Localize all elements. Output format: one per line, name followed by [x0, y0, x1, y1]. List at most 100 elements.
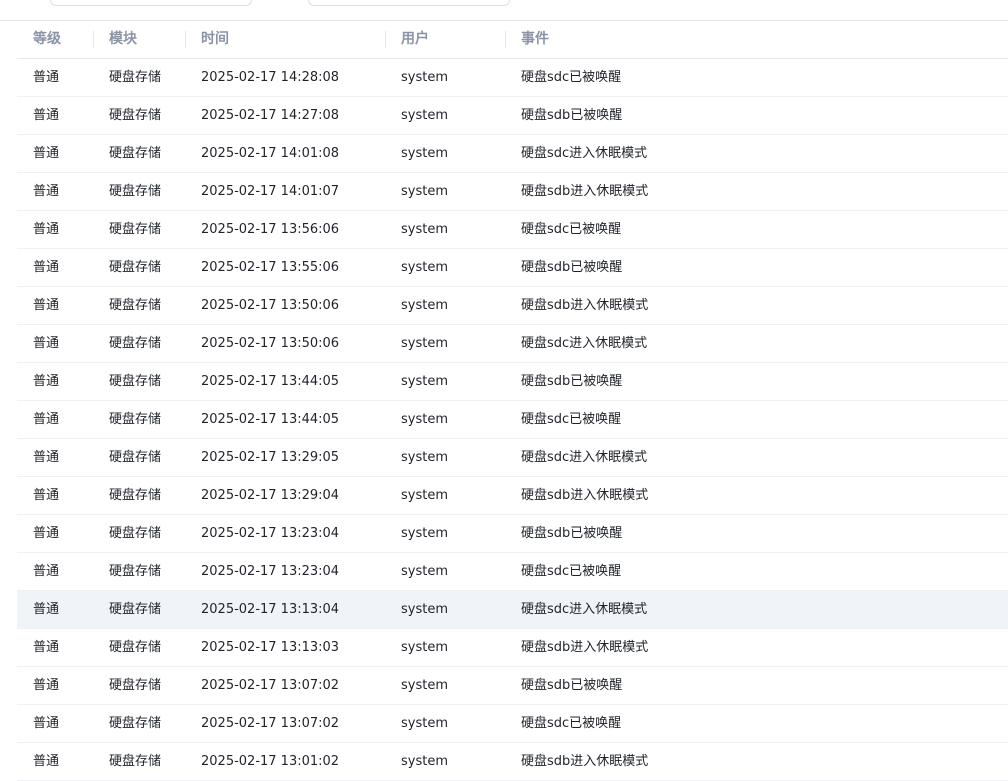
table-row[interactable]: 普通 硬盘存储 2025-02-17 13:01:02 system 硬盘sdb… — [17, 743, 1008, 781]
cell-time: 2025-02-17 13:29:04 — [201, 488, 340, 503]
cell-event: 硬盘sdb进入休眠模式 — [521, 754, 649, 769]
header-user[interactable]: 用户 — [385, 21, 429, 58]
cell-event: 硬盘sdb已被唤醒 — [521, 374, 623, 389]
cell-user: system — [401, 70, 448, 85]
cell-level: 普通 — [33, 374, 60, 389]
cell-time: 2025-02-17 13:29:05 — [201, 450, 340, 465]
cell-user: system — [401, 678, 448, 693]
header-user-label: 用户 — [401, 31, 429, 47]
table-row[interactable]: 普通 硬盘存储 2025-02-17 13:13:03 system 硬盘sdb… — [17, 629, 1008, 667]
cell-time: 2025-02-17 13:07:02 — [201, 716, 340, 731]
table-row[interactable]: 普通 硬盘存储 2025-02-17 13:13:04 system 硬盘sdc… — [17, 591, 1008, 629]
cell-time: 2025-02-17 13:07:02 — [201, 678, 340, 693]
cell-level: 普通 — [33, 640, 60, 655]
table-row[interactable]: 普通 硬盘存储 2025-02-17 14:27:08 system 硬盘sdb… — [17, 97, 1008, 135]
cell-time: 2025-02-17 13:13:03 — [201, 640, 340, 655]
cell-time: 2025-02-17 13:23:04 — [201, 564, 340, 579]
column-separator[interactable] — [505, 31, 506, 48]
header-level[interactable]: 等级 — [33, 21, 61, 58]
cell-event: 硬盘sdc进入休眠模式 — [521, 602, 648, 617]
table-row[interactable]: 普通 硬盘存储 2025-02-17 14:01:07 system 硬盘sdb… — [17, 173, 1008, 211]
table-row[interactable]: 普通 硬盘存储 2025-02-17 13:56:06 system 硬盘sdc… — [17, 211, 1008, 249]
table-row[interactable]: 普通 硬盘存储 2025-02-17 13:29:05 system 硬盘sdc… — [17, 439, 1008, 477]
cell-event: 硬盘sdb进入休眠模式 — [521, 488, 649, 503]
cell-event: 硬盘sdb已被唤醒 — [521, 108, 623, 123]
cell-time: 2025-02-17 14:01:08 — [201, 146, 340, 161]
table-row[interactable]: 普通 硬盘存储 2025-02-17 13:07:02 system 硬盘sdc… — [17, 705, 1008, 743]
filter-select-2[interactable] — [308, 0, 510, 6]
header-event[interactable]: 事件 — [505, 21, 549, 58]
cell-time: 2025-02-17 13:44:05 — [201, 374, 340, 389]
cell-module: 硬盘存储 — [109, 260, 162, 275]
cell-module: 硬盘存储 — [109, 298, 162, 313]
cell-level: 普通 — [33, 716, 60, 731]
cell-event: 硬盘sdc进入休眠模式 — [521, 146, 648, 161]
table-row[interactable]: 普通 硬盘存储 2025-02-17 13:23:04 system 硬盘sdb… — [17, 515, 1008, 553]
cell-event: 硬盘sdc已被唤醒 — [521, 716, 622, 731]
table-row[interactable]: 普通 硬盘存储 2025-02-17 13:50:06 system 硬盘sdb… — [17, 287, 1008, 325]
cell-module: 硬盘存储 — [109, 184, 162, 199]
cell-event: 硬盘sdc已被唤醒 — [521, 222, 622, 237]
column-separator[interactable] — [93, 31, 94, 48]
cell-level: 普通 — [33, 526, 60, 541]
table-row[interactable]: 普通 硬盘存储 2025-02-17 13:44:05 system 硬盘sdc… — [17, 401, 1008, 439]
table-row[interactable]: 普通 硬盘存储 2025-02-17 13:44:05 system 硬盘sdb… — [17, 363, 1008, 401]
cell-user: system — [401, 222, 448, 237]
column-separator[interactable] — [385, 31, 386, 48]
table-row[interactable]: 普通 硬盘存储 2025-02-17 13:50:06 system 硬盘sdc… — [17, 325, 1008, 363]
cell-level: 普通 — [33, 450, 60, 465]
cell-level: 普通 — [33, 184, 60, 199]
column-separator[interactable] — [185, 31, 186, 48]
cell-user: system — [401, 298, 448, 313]
filter-select-1[interactable] — [50, 0, 252, 6]
cell-module: 硬盘存储 — [109, 450, 162, 465]
cell-event: 硬盘sdb已被唤醒 — [521, 526, 623, 541]
cell-time: 2025-02-17 14:01:07 — [201, 184, 340, 199]
cell-user: system — [401, 108, 448, 123]
cell-event: 硬盘sdc进入休眠模式 — [521, 336, 648, 351]
cell-module: 硬盘存储 — [109, 412, 162, 427]
cell-user: system — [401, 716, 448, 731]
cell-time: 2025-02-17 14:28:08 — [201, 70, 340, 85]
cell-user: system — [401, 374, 448, 389]
cell-module: 硬盘存储 — [109, 70, 162, 85]
cell-level: 普通 — [33, 754, 60, 769]
table-row[interactable]: 普通 硬盘存储 2025-02-17 13:23:04 system 硬盘sdc… — [17, 553, 1008, 591]
cell-event: 硬盘sdc已被唤醒 — [521, 412, 622, 427]
cell-time: 2025-02-17 13:50:06 — [201, 336, 340, 351]
cell-time: 2025-02-17 13:01:02 — [201, 754, 340, 769]
header-module-label: 模块 — [109, 31, 137, 47]
cell-module: 硬盘存储 — [109, 108, 162, 123]
cell-module: 硬盘存储 — [109, 754, 162, 769]
cell-user: system — [401, 488, 448, 503]
cell-module: 硬盘存储 — [109, 336, 162, 351]
header-time-label: 时间 — [201, 31, 229, 47]
cell-level: 普通 — [33, 146, 60, 161]
table-row[interactable]: 普通 硬盘存储 2025-02-17 13:55:06 system 硬盘sdb… — [17, 249, 1008, 287]
cell-event: 硬盘sdb进入休眠模式 — [521, 298, 649, 313]
table-row[interactable]: 普通 硬盘存储 2025-02-17 13:07:02 system 硬盘sdb… — [17, 667, 1008, 705]
table-row[interactable]: 普通 硬盘存储 2025-02-17 13:29:04 system 硬盘sdb… — [17, 477, 1008, 515]
cell-module: 硬盘存储 — [109, 222, 162, 237]
header-time[interactable]: 时间 — [185, 21, 229, 58]
filter-bar — [0, 0, 1008, 21]
cell-module: 硬盘存储 — [109, 640, 162, 655]
header-event-label: 事件 — [521, 31, 549, 47]
cell-level: 普通 — [33, 108, 60, 123]
table-header: 等级 模块 时间 用户 事件 — [17, 21, 1008, 59]
cell-module: 硬盘存储 — [109, 526, 162, 541]
cell-module: 硬盘存储 — [109, 564, 162, 579]
table-row[interactable]: 普通 硬盘存储 2025-02-17 14:01:08 system 硬盘sdc… — [17, 135, 1008, 173]
header-module[interactable]: 模块 — [93, 21, 137, 58]
cell-user: system — [401, 184, 448, 199]
cell-event: 硬盘sdb进入休眠模式 — [521, 640, 649, 655]
cell-user: system — [401, 412, 448, 427]
cell-user: system — [401, 146, 448, 161]
table-row[interactable]: 普通 硬盘存储 2025-02-17 14:28:08 system 硬盘sdc… — [17, 59, 1008, 97]
cell-time: 2025-02-17 13:23:04 — [201, 526, 340, 541]
cell-time: 2025-02-17 13:55:06 — [201, 260, 340, 275]
log-table: 等级 模块 时间 用户 事件 普通 硬盘存储 2025-02-17 14:28:… — [17, 21, 1008, 781]
cell-level: 普通 — [33, 488, 60, 503]
cell-level: 普通 — [33, 412, 60, 427]
cell-module: 硬盘存储 — [109, 678, 162, 693]
